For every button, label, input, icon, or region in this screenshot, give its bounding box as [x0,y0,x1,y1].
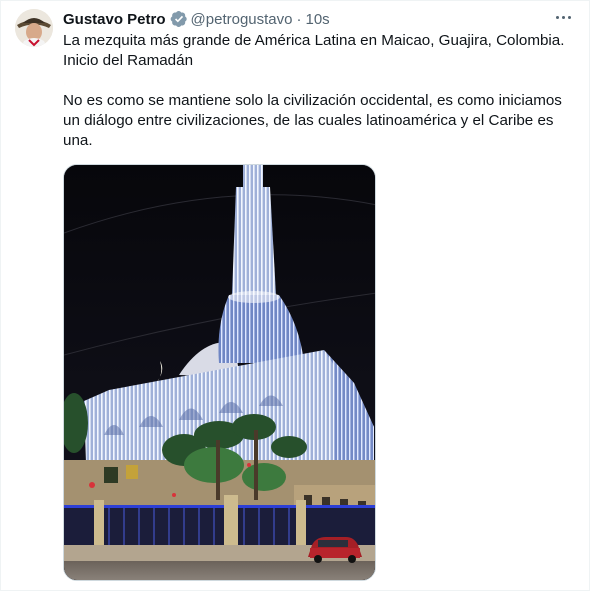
verified-badge-icon [170,10,187,28]
tweet-text-line: No es como se mantiene solo la civilizac… [63,92,562,109]
mosque-photo [64,165,375,580]
avatar[interactable] [15,9,53,47]
tweet-header: Gustavo Petro @petrogustavo · 10s [63,9,330,29]
tweet-text: La mezquita más grande de América Latina… [63,31,583,151]
tweet-text-line: Inicio del Ramadán [63,52,194,69]
tweet-text-line: un diálogo entre civilizaciones, de las … [63,112,554,129]
author-handle[interactable]: @petrogustavo [191,11,293,28]
tweet-text-line: una. [63,132,93,149]
tweet-card[interactable]: Gustavo Petro @petrogustavo · 10s La mez… [0,0,590,591]
tweet-timestamp[interactable]: 10s [305,11,329,28]
tweet-text-line: La mezquita más grande de América Latina… [63,32,565,49]
author-name[interactable]: Gustavo Petro [63,11,166,28]
header-separator: · [296,10,302,28]
tweet-photo[interactable] [63,164,376,581]
avatar-image [15,9,53,47]
more-options-icon[interactable] [551,7,575,27]
